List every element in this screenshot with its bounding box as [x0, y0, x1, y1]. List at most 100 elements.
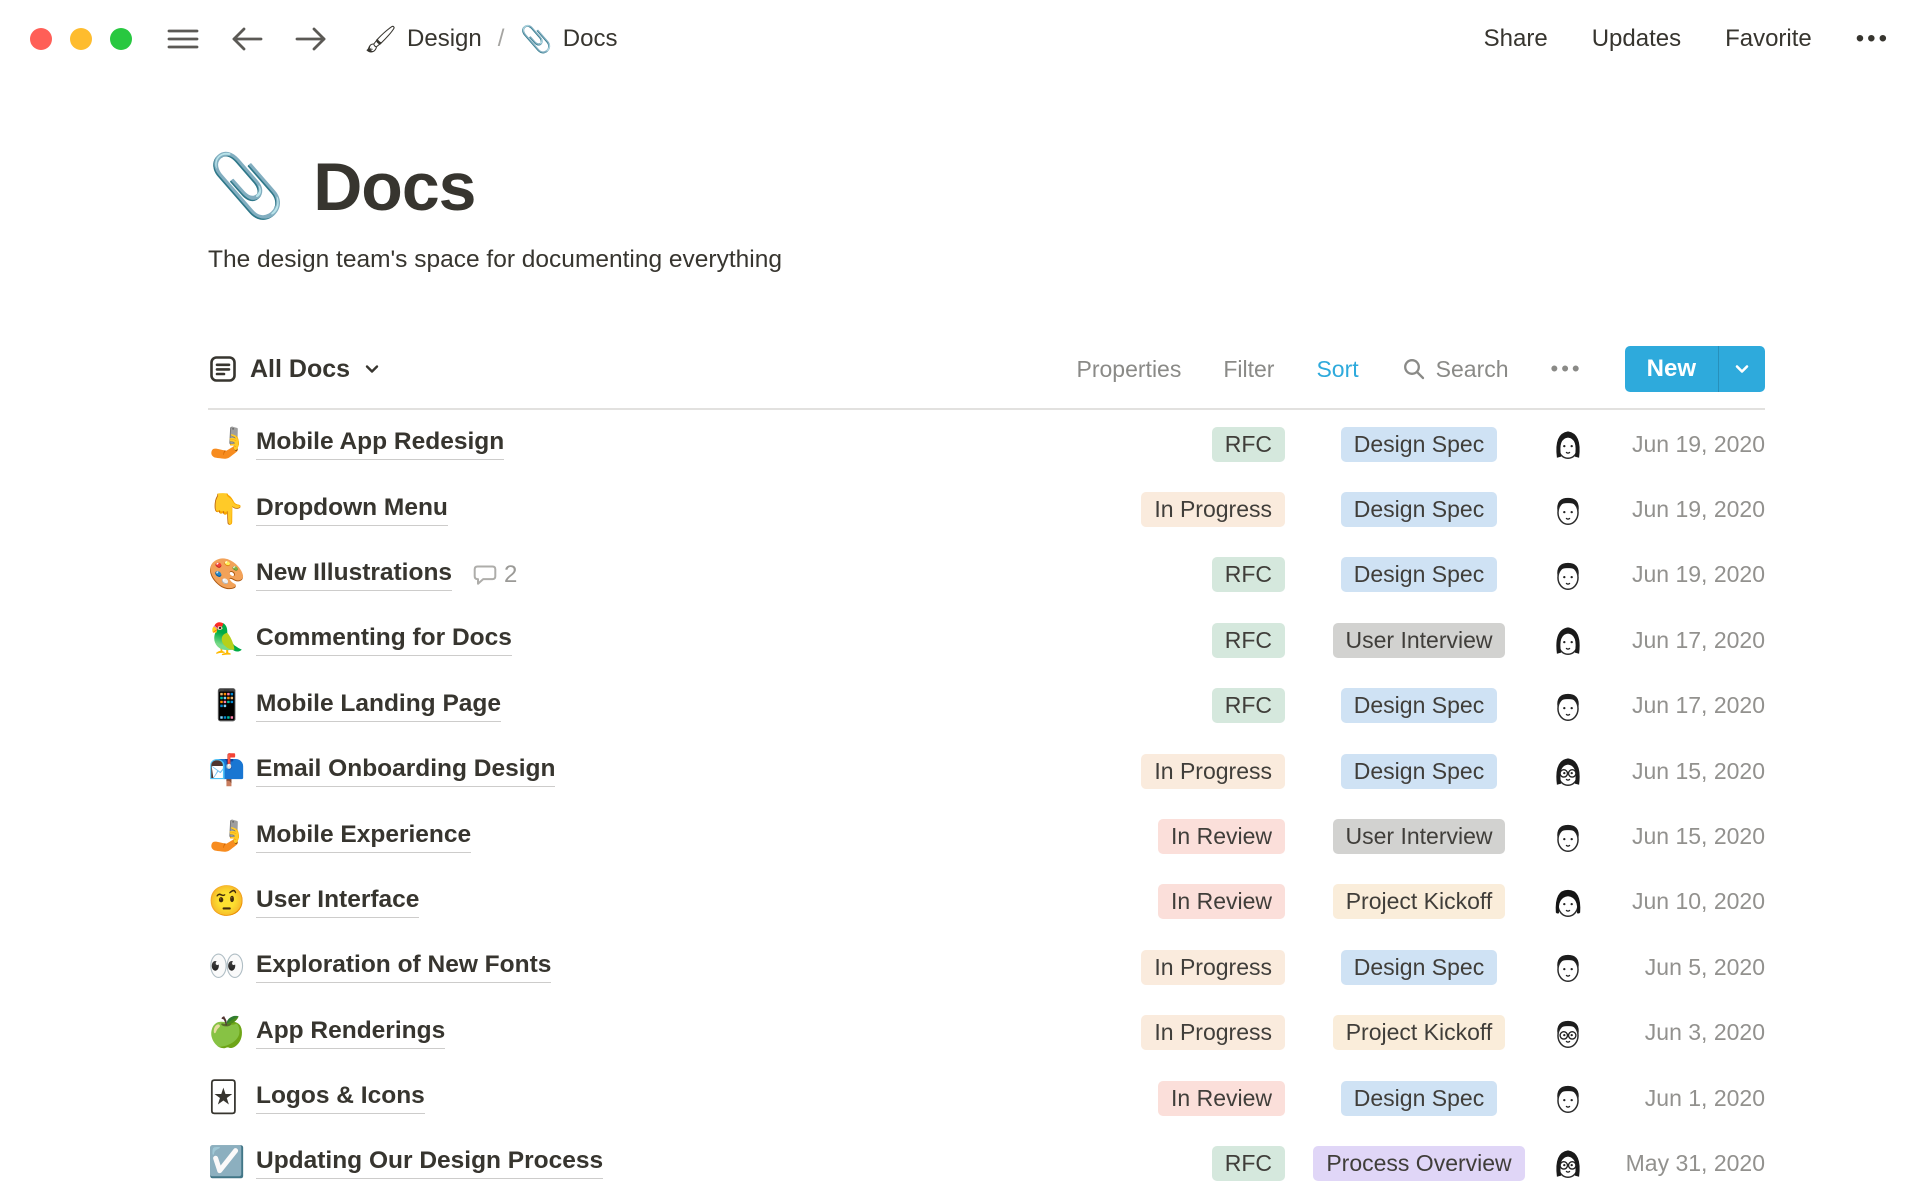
edited-date: Jun 10, 2020: [1631, 888, 1765, 915]
close-window-button[interactable]: [30, 28, 52, 50]
doc-title-link[interactable]: Mobile App Redesign: [256, 428, 505, 461]
type-badge: Design Spec: [1340, 426, 1498, 462]
database-toolbar: All Docs Properties Filter Sort Search •…: [208, 346, 1765, 392]
doc-row[interactable]: 📱 Mobile Landing Page RFC Design Spec Ju…: [208, 673, 1765, 738]
comment-indicator[interactable]: 2: [472, 561, 517, 589]
avatar: [1549, 1014, 1587, 1052]
avatar: [1549, 1144, 1587, 1182]
type-badge: User Interview: [1332, 819, 1506, 855]
doc-title-link[interactable]: Logos & Icons: [256, 1082, 425, 1115]
zoom-window-button[interactable]: [110, 28, 132, 50]
doc-emoji-icon: 👀: [208, 950, 246, 984]
doc-row[interactable]: 👇 Dropdown Menu In Progress Design Spec …: [208, 477, 1765, 542]
doc-title-link[interactable]: Dropdown Menu: [256, 494, 448, 526]
doc-row[interactable]: 👀 Exploration of New Fonts In Progress D…: [208, 935, 1765, 1000]
page-title[interactable]: Docs: [313, 148, 476, 226]
search-label: Search: [1435, 355, 1509, 382]
edited-date: May 31, 2020: [1625, 1149, 1765, 1176]
minimize-window-button[interactable]: [70, 28, 92, 50]
doc-row[interactable]: 🎨 New Illustrations 2 RFC Design Spec Ju…: [208, 542, 1765, 607]
more-options-icon[interactable]: •••: [1856, 25, 1890, 53]
doc-title-link[interactable]: Exploration of New Fonts: [256, 951, 552, 984]
back-icon[interactable]: [230, 24, 264, 54]
forward-icon[interactable]: [294, 24, 328, 54]
doc-title-link[interactable]: Email Onboarding Design: [256, 755, 556, 788]
share-button[interactable]: Share: [1484, 25, 1548, 53]
doc-row[interactable]: 🤳 Mobile App Redesign RFC Design Spec Ju…: [208, 412, 1765, 477]
paperclip-icon: 📎: [520, 23, 553, 54]
avatar: [1549, 491, 1587, 529]
doc-title-link[interactable]: Commenting for Docs: [256, 624, 512, 657]
doc-emoji-icon: 🎨: [208, 557, 246, 591]
type-badge: Design Spec: [1340, 557, 1498, 593]
doc-emoji-icon: 🍏: [208, 1015, 246, 1049]
updates-button[interactable]: Updates: [1592, 25, 1681, 53]
edited-date: Jun 19, 2020: [1631, 561, 1765, 588]
doc-emoji-icon: 🦜: [208, 623, 246, 657]
table-divider: [208, 408, 1765, 410]
doc-emoji-icon: 📬: [208, 754, 246, 788]
type-badge: Project Kickoff: [1332, 1015, 1506, 1051]
doc-title-link[interactable]: Mobile Landing Page: [256, 690, 502, 722]
sidebar-menu-icon[interactable]: [166, 25, 200, 53]
breadcrumb-item-design[interactable]: 🖌 Design: [364, 24, 482, 55]
edited-date: Jun 1, 2020: [1644, 1084, 1765, 1111]
breadcrumb: 🖌 Design / 📎 Docs: [364, 24, 617, 55]
edited-date: Jun 3, 2020: [1644, 1019, 1765, 1046]
view-switcher[interactable]: All Docs: [208, 354, 382, 384]
breadcrumb-item-docs[interactable]: 📎 Docs: [520, 24, 617, 55]
doc-row[interactable]: 🤨 User Interface In Review Project Kicko…: [208, 869, 1765, 934]
view-name: All Docs: [250, 354, 351, 383]
properties-button[interactable]: Properties: [1077, 356, 1182, 383]
type-badge: Design Spec: [1340, 949, 1498, 985]
paintbrush-icon: 🖌: [364, 23, 398, 54]
doc-title-link[interactable]: User Interface: [256, 886, 420, 918]
doc-emoji-icon: 📱: [208, 688, 246, 722]
view-more-options-icon[interactable]: •••: [1551, 356, 1583, 382]
doc-title-link[interactable]: Updating Our Design Process: [256, 1147, 604, 1180]
doc-row[interactable]: 🍏 App Renderings In Progress Project Kic…: [208, 1000, 1765, 1065]
doc-row[interactable]: 🃏 Logos & Icons In Review Design Spec Ju…: [208, 1065, 1765, 1130]
doc-row[interactable]: 🦜 Commenting for Docs RFC User Interview…: [208, 608, 1765, 673]
status-badge: RFC: [1211, 688, 1285, 724]
edited-date: Jun 5, 2020: [1644, 953, 1765, 980]
doc-list: 🤳 Mobile App Redesign RFC Design Spec Ju…: [208, 412, 1765, 1197]
search-button[interactable]: Search: [1401, 356, 1509, 383]
status-badge: RFC: [1211, 426, 1285, 462]
page-icon-paperclip[interactable]: 📎: [208, 156, 285, 218]
doc-row[interactable]: 📬 Email Onboarding Design In Progress De…: [208, 738, 1765, 803]
search-icon: [1401, 356, 1427, 382]
type-badge: Design Spec: [1340, 688, 1498, 724]
type-badge: Design Spec: [1340, 753, 1498, 789]
sort-button[interactable]: Sort: [1316, 356, 1358, 383]
edited-date: Jun 17, 2020: [1631, 626, 1765, 653]
avatar: [1549, 425, 1587, 463]
page-subtitle[interactable]: The design team's space for documenting …: [208, 246, 1765, 274]
list-view-icon: [208, 354, 238, 384]
doc-title-link[interactable]: Mobile Experience: [256, 821, 472, 853]
doc-title-link[interactable]: App Renderings: [256, 1017, 446, 1049]
new-button[interactable]: New: [1624, 346, 1718, 392]
new-button-group: New: [1624, 346, 1765, 392]
filter-button[interactable]: Filter: [1223, 356, 1274, 383]
new-dropdown-button[interactable]: [1718, 346, 1765, 392]
status-badge: In Progress: [1141, 1015, 1285, 1051]
edited-date: Jun 17, 2020: [1631, 692, 1765, 719]
breadcrumb-separator: /: [497, 25, 505, 52]
status-badge: In Review: [1158, 819, 1285, 855]
comment-bubble-icon: [473, 565, 497, 585]
comment-count: 2: [504, 560, 518, 588]
status-badge: In Progress: [1141, 492, 1285, 528]
doc-title-link[interactable]: New Illustrations: [256, 559, 453, 591]
avatar: [1549, 1079, 1587, 1117]
doc-row[interactable]: ☑️ Updating Our Design Process RFC Proce…: [208, 1131, 1765, 1196]
avatar: [1549, 883, 1587, 921]
status-badge: RFC: [1211, 622, 1285, 658]
favorite-button[interactable]: Favorite: [1725, 25, 1812, 53]
edited-date: Jun 19, 2020: [1631, 430, 1765, 457]
doc-emoji-icon: 🤳: [208, 819, 246, 853]
page-content: 📎 Docs The design team's space for docum…: [0, 78, 1920, 1196]
doc-row[interactable]: 🤳 Mobile Experience In Review User Inter…: [208, 804, 1765, 869]
status-badge: In Review: [1158, 1080, 1285, 1116]
window-titlebar: 🖌 Design / 📎 Docs Share Updates Favorite…: [0, 0, 1920, 78]
